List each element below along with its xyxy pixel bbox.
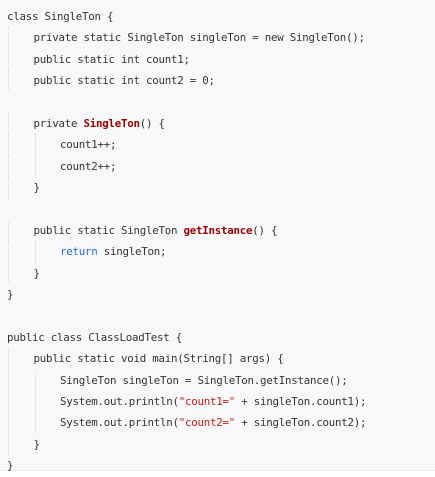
code-text: singleTon; [97, 245, 167, 259]
code-line-content: System.out.println("count2=" + singleTon… [7, 416, 367, 430]
code-line: count2++; [7, 155, 429, 178]
indent-guide [8, 433, 9, 456]
code-line: private static SingleTon singleTon = new… [7, 27, 429, 49]
indent-guide [34, 155, 36, 178]
code-line: public static SingleTon getInstance() { [7, 219, 429, 242]
method-name: SingleTon [83, 116, 141, 130]
code-text: () { [252, 223, 278, 237]
code-line: public static int count1; [7, 48, 429, 71]
code-text: public static int count2 = 0; [33, 74, 216, 88]
code-text: } [33, 437, 41, 451]
code-text: public static void main(String[] args) { [33, 352, 284, 366]
indent-guide [8, 219, 9, 242]
code-line: } [7, 455, 429, 476]
code-text: System.out.println( [60, 395, 179, 409]
code-line: System.out.println("count1=" + singleTon… [7, 391, 429, 413]
string-literal: "count1=" [178, 395, 236, 409]
code-text: } [33, 266, 41, 280]
code-line-content: class SingleTon { [7, 10, 114, 23]
code-line: } [7, 262, 429, 285]
code-text: count2++; [60, 159, 117, 173]
indent-guide [34, 134, 36, 156]
code-line: } [7, 177, 429, 199]
code-text: private [33, 116, 84, 130]
code-text: } [7, 459, 14, 473]
code-text: public static int count1; [33, 52, 191, 66]
code-line: private SingleTon() { [7, 112, 429, 135]
code-line-content: public static int count1; [7, 52, 191, 66]
indent-guide [8, 70, 9, 92]
indent-guide [34, 391, 36, 413]
indent-guide [34, 412, 36, 434]
code-line-content: } [7, 459, 14, 473]
indent-guide [8, 112, 9, 135]
code-line: public class ClassLoadTest { [7, 327, 429, 348]
code-block: class SingleTon { private static SingleTo… [0, 0, 435, 472]
indent-guide [8, 155, 9, 178]
code-line-content: private static SingleTon singleTon = new… [7, 31, 366, 45]
code-line-content: private SingleTon() { [7, 116, 166, 130]
code-line-content: count2++; [7, 159, 117, 173]
code-line-content: public static int count2 = 0; [7, 74, 216, 88]
code-text: System.out.println( [60, 416, 179, 430]
code-text: private static SingleTon singleTon = new… [33, 31, 366, 45]
code-line-content: public static void main(String[] args) { [7, 352, 284, 365]
code-line: } [7, 284, 429, 305]
code-text: public class ClassLoadTest { [7, 330, 183, 344]
code-line-content: System.out.println("count1=" + singleTon… [7, 395, 367, 409]
code-line-content: SingleTon singleTon = SingleTon.getInsta… [7, 374, 348, 387]
code-line: count1++; [7, 134, 429, 156]
code-line-content: public static SingleTon getInstance() { [7, 223, 278, 237]
method-name: getInstance [183, 223, 253, 237]
indent-guide [8, 27, 9, 49]
code-text: count1++; [60, 138, 117, 152]
code-text: + singleTon.count2); [235, 416, 367, 430]
indent-guide [8, 391, 9, 413]
code-text: } [33, 181, 41, 195]
code-text: () { [139, 116, 165, 130]
indent-guide [8, 369, 9, 392]
code-line-content: public class ClassLoadTest { [7, 331, 182, 344]
code-text: class SingleTon { [7, 10, 114, 23]
code-text: SingleTon singleTon = SingleTon.getInsta… [60, 373, 348, 387]
code-text: public static SingleTon [33, 223, 184, 237]
code-line-content: count1++; [7, 138, 117, 152]
code-line: SingleTon singleTon = SingleTon.getInsta… [7, 369, 429, 392]
indent-guide [34, 369, 36, 392]
code-text: } [7, 288, 14, 302]
indent-guide [8, 177, 9, 199]
code-line-content: return singleTon; [7, 245, 167, 259]
code-line-content: } [7, 266, 41, 280]
indent-guide [34, 241, 36, 263]
code-line-content: } [7, 181, 41, 195]
code-lines: class SingleTon { private static SingleTo… [7, 6, 429, 477]
indent-guide [8, 262, 9, 285]
code-line: System.out.println("count2=" + singleTon… [7, 412, 429, 434]
indent-guide [8, 348, 9, 370]
indent-guide [8, 241, 9, 263]
code-line: return singleTon; [7, 241, 429, 263]
code-text: + singleTon.count1); [235, 395, 367, 409]
indent-guide [8, 48, 9, 71]
keyword: return [60, 245, 98, 259]
indent-guide [8, 412, 9, 434]
code-line: class SingleTon { [7, 6, 429, 27]
code-line: public static int count2 = 0; [7, 70, 429, 92]
code-line: public static void main(String[] args) { [7, 348, 429, 370]
code-line-content: } [7, 437, 41, 451]
string-literal: "count2=" [178, 416, 236, 430]
indent-guide [8, 134, 9, 156]
code-line-content: } [7, 288, 14, 302]
code-line: } [7, 433, 429, 456]
